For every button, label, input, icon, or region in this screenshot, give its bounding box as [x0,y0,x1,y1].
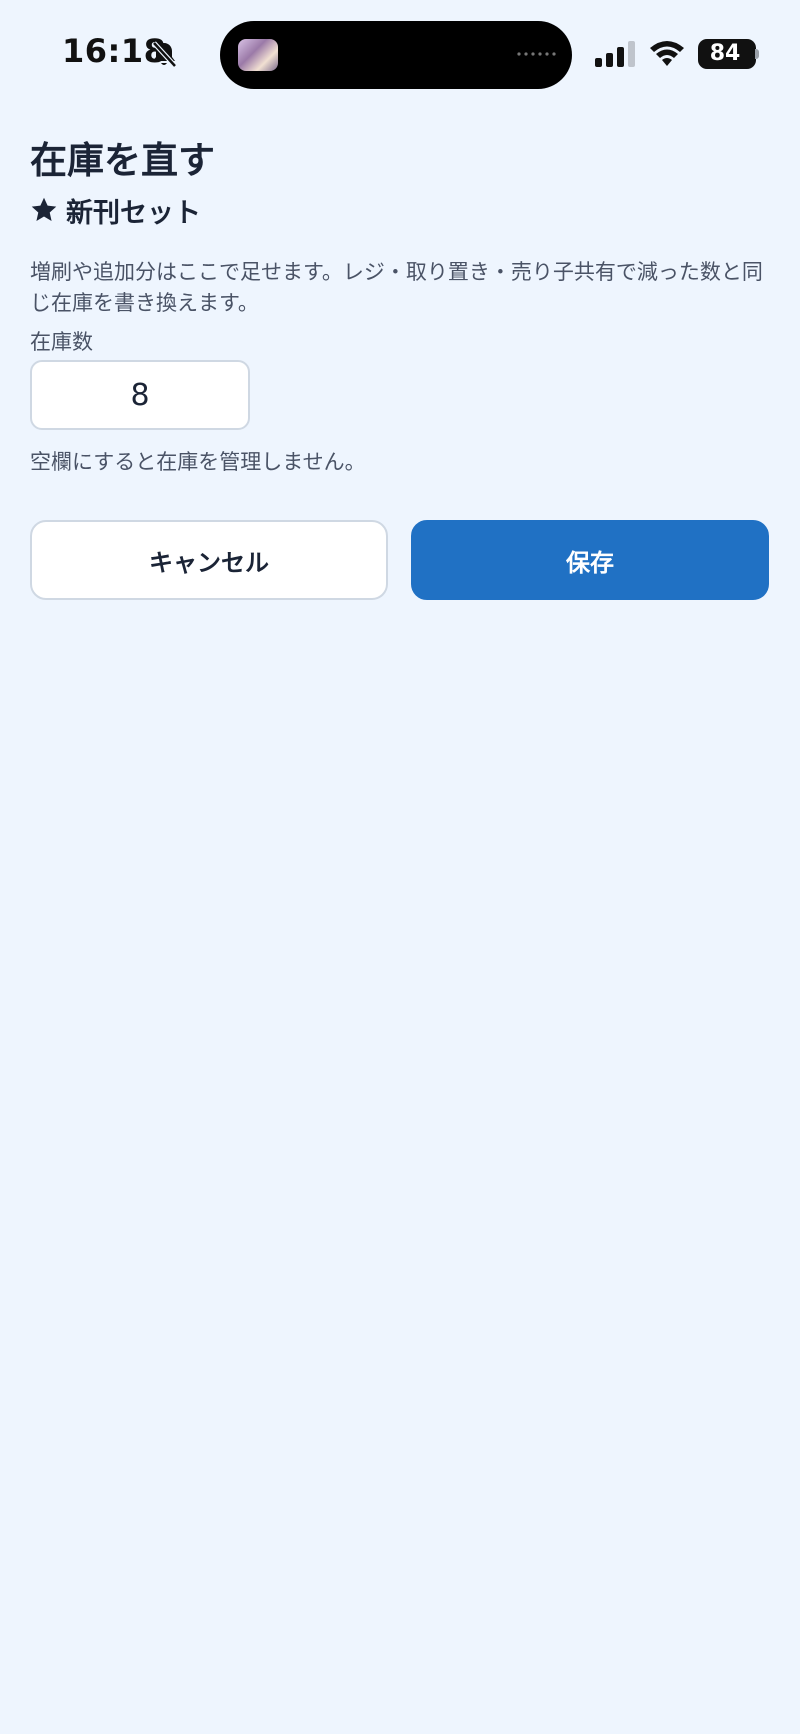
status-bar: 16:18 84 [0,0,800,110]
stock-quantity-input[interactable] [30,360,250,430]
item-heading: 新刊セット [30,190,201,230]
battery-level: 84 [709,41,741,66]
description-text: 増刷や追加分はここで足せます。レジ・取り置き・売り子共有で減った数と同じ在庫を書… [30,260,763,315]
wifi-icon [650,41,684,66]
battery-icon: 84 [698,39,756,69]
bell-slash-icon [152,41,177,68]
stock-hint-text: 空欄にすると在庫を管理しません。 [30,450,366,474]
star-icon [31,197,57,221]
cancel-button[interactable]: キャンセル [30,520,388,600]
item-name: 新刊セット [66,197,201,229]
now-playing-thumbnail[interactable] [238,39,278,71]
stock-label: 在庫数 [30,330,93,354]
page-title: 在庫を直す [30,139,215,182]
waveform-icon [517,52,556,56]
cellular-signal-icon [595,41,635,67]
dynamic-island[interactable] [220,21,572,89]
battery-cap [755,49,759,59]
save-button[interactable]: 保存 [411,520,769,600]
